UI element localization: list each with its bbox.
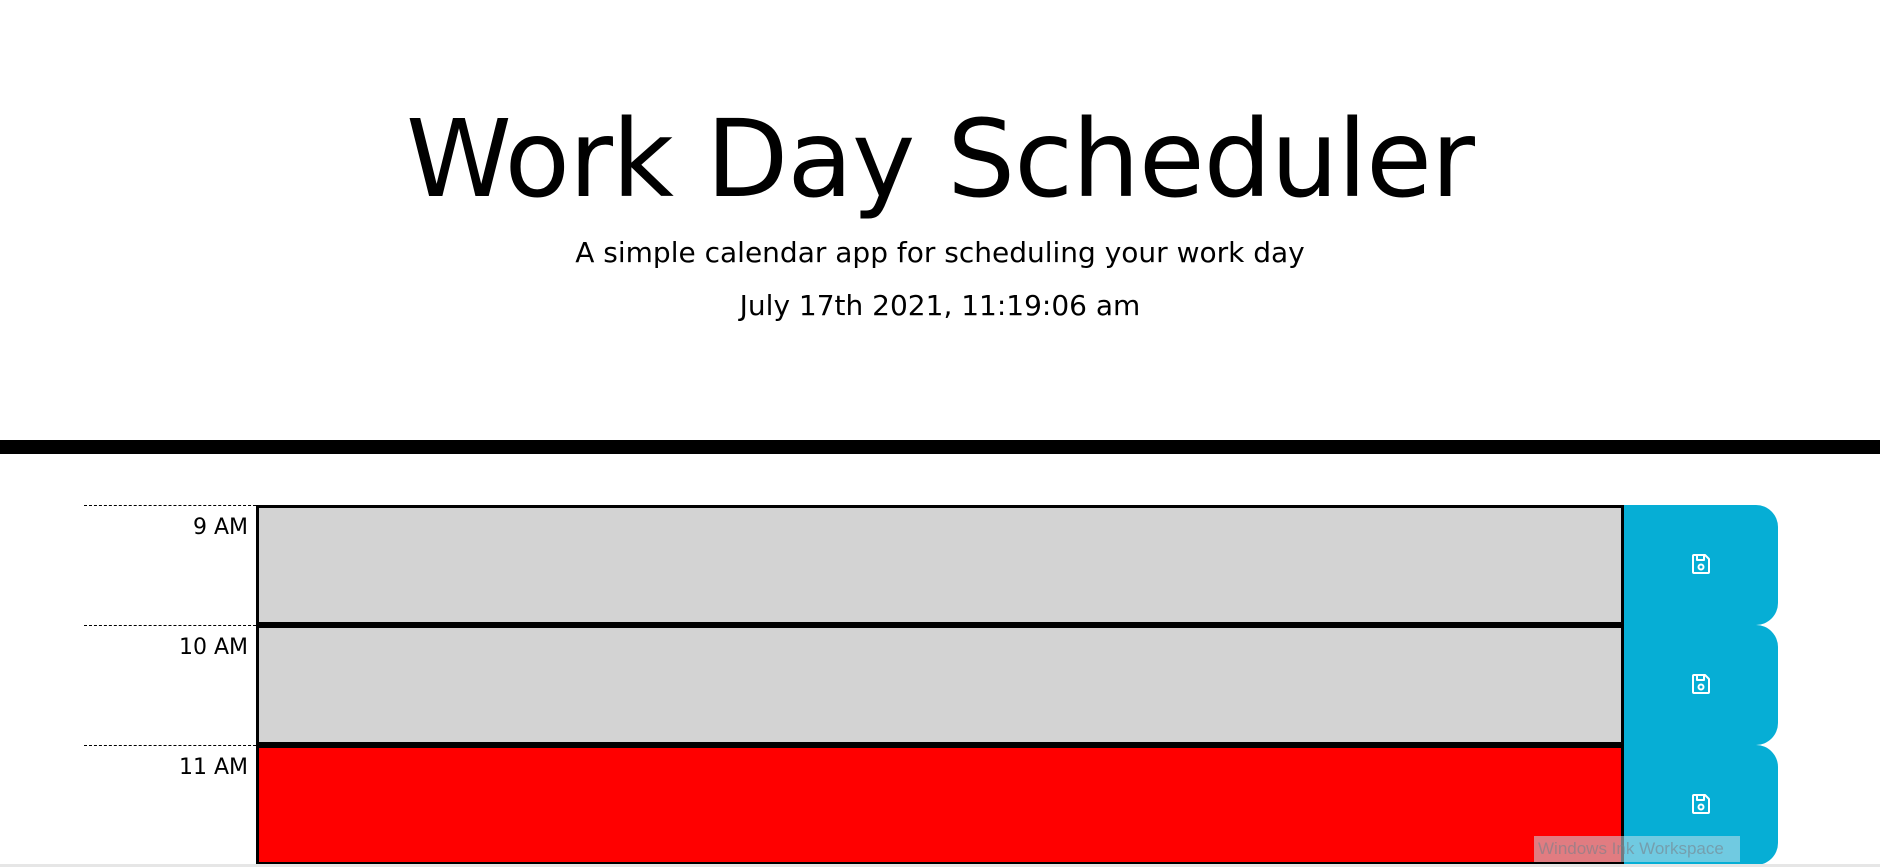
hour-label: 11 AM (84, 745, 256, 865)
floppy-disk-icon (1692, 554, 1710, 574)
current-datetime: July 17th 2021, 11:19:06 am (739, 289, 1141, 322)
event-description-input[interactable] (256, 745, 1624, 865)
windows-ink-workspace-button[interactable]: Windows Ink Workspace (1534, 836, 1740, 862)
time-block-row: 10 AM (0, 625, 1880, 745)
event-description-input[interactable] (256, 505, 1624, 625)
event-description-input[interactable] (256, 625, 1624, 745)
floppy-disk-icon (1692, 674, 1710, 694)
time-block-row: 9 AM (0, 505, 1880, 625)
save-button[interactable] (1624, 625, 1778, 745)
header-divider (0, 440, 1880, 454)
save-button[interactable] (1624, 505, 1778, 625)
page-subtitle: A simple calendar app for scheduling you… (575, 236, 1305, 269)
page-title: Work Day Scheduler (406, 98, 1475, 222)
hour-label: 10 AM (84, 625, 256, 745)
floppy-disk-icon (1692, 794, 1710, 814)
hour-label: 9 AM (84, 505, 256, 625)
page-header: Work Day Scheduler A simple calendar app… (0, 0, 1880, 440)
